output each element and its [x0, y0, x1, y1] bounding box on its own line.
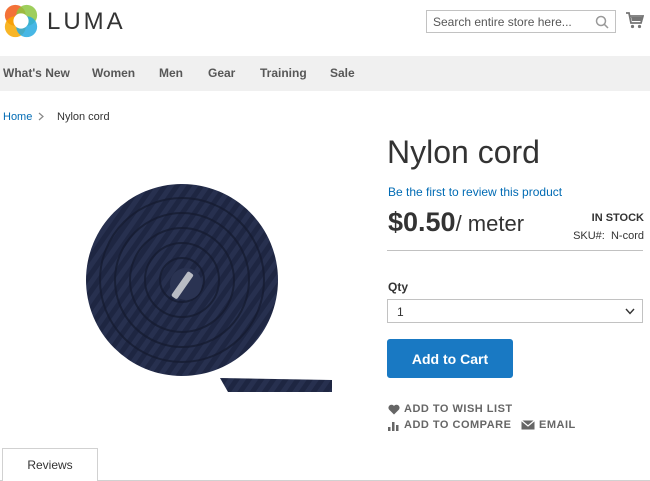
product-price: $0.50/ meter	[388, 207, 524, 238]
stock-status: IN STOCK	[591, 212, 644, 224]
search-icon[interactable]	[595, 15, 609, 29]
add-to-compare-link[interactable]: ADD TO COMPARE	[388, 419, 511, 431]
nav-item-whats-new[interactable]: What's New	[3, 66, 70, 80]
divider	[387, 250, 643, 251]
qty-select[interactable]: 1	[387, 299, 643, 323]
search-input[interactable]	[427, 11, 599, 32]
brand-name[interactable]: LUMA	[47, 8, 126, 36]
tab-reviews[interactable]: Reviews	[2, 448, 98, 481]
search-field[interactable]	[426, 10, 616, 33]
nav-item-sale[interactable]: Sale	[330, 66, 355, 80]
bar-chart-icon	[388, 421, 399, 431]
nav-item-gear[interactable]: Gear	[208, 66, 235, 80]
wishlist-label: ADD TO WISH LIST	[404, 403, 513, 415]
review-link[interactable]: Be the first to review this product	[388, 185, 562, 199]
luma-logo-icon[interactable]	[2, 2, 40, 40]
qty-label: Qty	[388, 280, 409, 294]
price-unit: / meter	[455, 211, 525, 236]
breadcrumb-home-link[interactable]: Home	[3, 111, 32, 123]
nav-item-training[interactable]: Training	[260, 66, 307, 80]
envelope-icon	[521, 420, 535, 430]
heart-icon	[388, 404, 400, 414]
chevron-down-icon	[625, 308, 635, 315]
price-value: $0.50	[388, 207, 456, 237]
product-title: Nylon cord	[387, 134, 540, 170]
sku-value: N-cord	[610, 230, 644, 242]
qty-value: 1	[397, 305, 404, 319]
add-to-cart-button[interactable]: Add to Cart	[387, 339, 513, 378]
main-navigation: What's New Women Men Gear Training Sale	[0, 56, 650, 91]
product-image[interactable]	[78, 166, 332, 400]
add-to-wishlist-link[interactable]: ADD TO WISH LIST	[388, 403, 513, 415]
email-link[interactable]: EMAIL	[521, 419, 576, 431]
sku-label: SKU#:	[573, 230, 605, 242]
cart-icon[interactable]	[626, 12, 644, 29]
breadcrumb-current: Nylon cord	[57, 111, 110, 123]
nav-item-men[interactable]: Men	[159, 66, 183, 80]
sku: SKU#: N-cord	[573, 230, 644, 242]
compare-label: ADD TO COMPARE	[404, 419, 512, 431]
chevron-right-icon	[38, 112, 44, 121]
nav-item-women[interactable]: Women	[92, 66, 135, 80]
email-label: EMAIL	[539, 419, 576, 431]
